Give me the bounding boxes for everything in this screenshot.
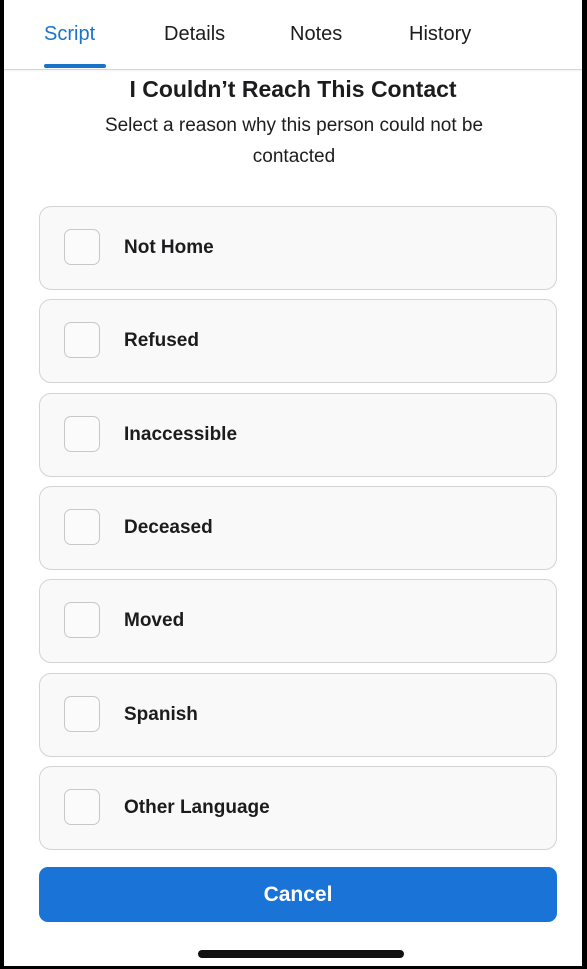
reason-label: Refused xyxy=(124,330,199,351)
reason-option-not-home[interactable]: Not Home xyxy=(39,206,557,290)
checkbox[interactable] xyxy=(64,322,100,358)
reason-option-refused[interactable]: Refused xyxy=(39,299,557,383)
reason-label: Inaccessible xyxy=(124,424,238,445)
reason-option-deceased[interactable]: Deceased xyxy=(39,486,557,570)
home-indicator[interactable] xyxy=(198,950,404,958)
screen: Script Details Notes History I Couldn’t … xyxy=(4,0,582,966)
tab-script[interactable]: Script xyxy=(44,20,95,50)
tab-details[interactable]: Details xyxy=(164,20,225,50)
checkbox[interactable] xyxy=(64,602,100,638)
checkbox[interactable] xyxy=(64,229,100,265)
reason-label: Deceased xyxy=(124,517,213,538)
page-title: I Couldn’t Reach This Contact xyxy=(129,76,457,102)
page-subtitle: Select a reason why this person could no… xyxy=(104,115,484,167)
tab-bar: Script Details Notes History xyxy=(4,0,582,70)
checkbox[interactable] xyxy=(64,696,100,732)
reason-label: Other Language xyxy=(124,797,270,818)
reason-label: Spanish xyxy=(124,704,198,725)
reason-label: Moved xyxy=(124,610,185,631)
checkbox[interactable] xyxy=(64,416,100,452)
cancel-button[interactable]: Cancel xyxy=(39,867,557,922)
checkbox[interactable] xyxy=(64,509,100,545)
active-tab-indicator xyxy=(44,64,106,68)
reason-option-inaccessible[interactable]: Inaccessible xyxy=(39,393,557,477)
checkbox[interactable] xyxy=(64,789,100,825)
reason-option-other-language[interactable]: Other Language xyxy=(39,766,557,850)
reason-option-moved[interactable]: Moved xyxy=(39,579,557,663)
reason-label: Not Home xyxy=(124,237,214,258)
tab-notes[interactable]: Notes xyxy=(290,20,342,50)
reason-option-spanish[interactable]: Spanish xyxy=(39,673,557,757)
tab-history[interactable]: History xyxy=(409,20,471,50)
